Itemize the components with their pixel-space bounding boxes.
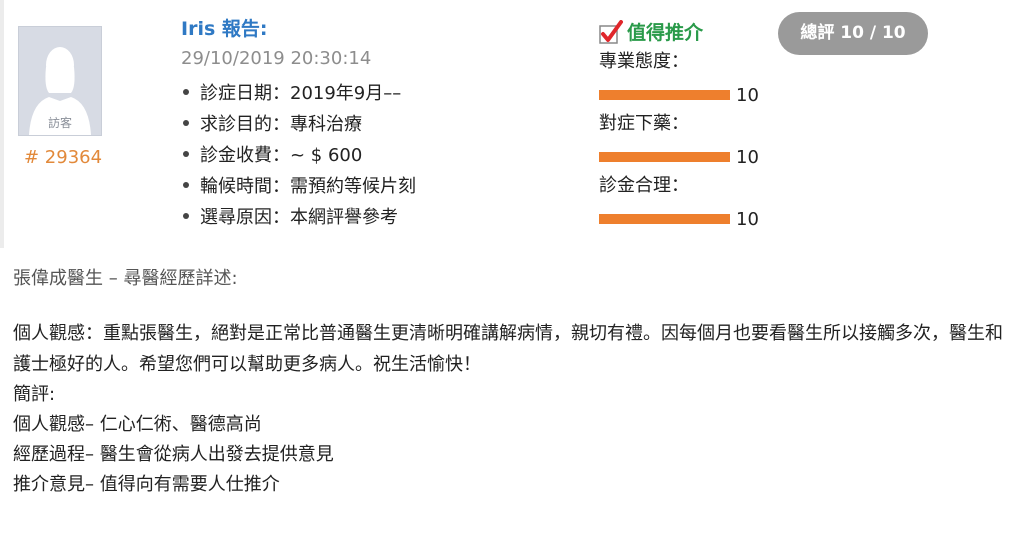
- rating-value: 10: [736, 146, 759, 168]
- review-comment: 個人觀感：重點張醫生，絕對是正常比普通醫生更清晰明確講解病情，親切有禮。因每個月…: [13, 323, 1003, 375]
- summary-line: 推介意見– 值得向有需要人仕推介: [13, 474, 280, 495]
- rating-row: 10: [599, 84, 759, 106]
- rating-bar-fill: [599, 152, 730, 162]
- rating-row: 10: [599, 146, 759, 168]
- rating-bar-fill: [599, 214, 730, 224]
- rating-label: 診金合理：: [599, 175, 689, 196]
- overall-score-badge: 總評 10 / 10: [778, 12, 928, 55]
- avatar: 訪客: [18, 26, 102, 136]
- rating-diagnosis: 對症下藥： 10: [599, 110, 759, 172]
- detail-label: 診金收費：: [200, 145, 290, 166]
- section-title: 張偉成醫生 – 尋醫經歷詳述:: [13, 268, 238, 289]
- rating-label: 對症下藥：: [599, 113, 689, 134]
- rating-label: 專業態度：: [599, 51, 689, 72]
- rating-professionalism: 專業態度： 10: [599, 48, 759, 110]
- checkmark-icon: [599, 20, 623, 44]
- rating-bar: [599, 152, 730, 162]
- detail-label: 輪候時間：: [200, 176, 290, 197]
- detail-value: 2019年9月––: [290, 83, 402, 104]
- detail-value: 需預約等候片刻: [290, 176, 416, 197]
- rating-value: 10: [736, 84, 759, 106]
- recommend-badge: 值得推介: [599, 15, 703, 47]
- panel-edge: [0, 0, 4, 248]
- detail-item-fee: 診金收費：~ $ 600: [183, 140, 416, 171]
- detail-item-reason: 選尋原因：本網評譽參考: [183, 202, 416, 233]
- bullet-icon: [183, 213, 189, 219]
- bullet-icon: [183, 151, 189, 157]
- detail-label: 求診目的：: [200, 114, 290, 135]
- detail-item-purpose: 求診目的：專科治療: [183, 109, 416, 140]
- bullet-icon: [183, 182, 189, 188]
- rating-fee-fairness: 診金合理： 10: [599, 172, 759, 234]
- summary-line: 個人觀感– 仁心仁術、醫德高尚: [13, 414, 262, 435]
- summary-line: 經歷過程– 醫生會從病人出發去提供意見: [13, 444, 334, 465]
- summary-heading: 簡評:: [13, 384, 56, 405]
- bullet-icon: [183, 89, 189, 95]
- rating-value: 10: [736, 208, 759, 230]
- user-id: # 29364: [24, 147, 103, 168]
- rating-bar: [599, 90, 730, 100]
- ratings-panel: 專業態度： 10 對症下藥： 10 診金合理： 10: [599, 48, 759, 234]
- recommend-label: 值得推介: [627, 21, 704, 44]
- detail-value: ~ $ 600: [290, 145, 363, 166]
- rating-bar-fill: [599, 90, 730, 100]
- avatar-caption: 訪客: [47, 116, 72, 130]
- review-header-panel: 訪客 # 29364 Iris 報告: 29/10/2019 20:30:14 …: [0, 0, 1024, 248]
- rating-bar: [599, 214, 730, 224]
- detail-label: 診症日期：: [200, 83, 290, 104]
- detail-value: 專科治療: [290, 114, 362, 135]
- review-body: 個人觀感：重點張醫生，絕對是正常比普通醫生更清晰明確講解病情，親切有禮。因每個月…: [13, 318, 1018, 500]
- detail-item-visit-date: 診症日期：2019年9月––: [183, 78, 416, 109]
- reviewer-name[interactable]: Iris 報告:: [181, 14, 267, 41]
- detail-value: 本網評譽參考: [290, 207, 398, 228]
- detail-label: 選尋原因：: [200, 207, 290, 228]
- review-timestamp: 29/10/2019 20:30:14: [181, 48, 372, 69]
- rating-row: 10: [599, 208, 759, 230]
- bullet-icon: [183, 120, 189, 126]
- review-details-list: 診症日期：2019年9月–– 求診目的：專科治療 診金收費：~ $ 600 輪候…: [183, 78, 416, 233]
- detail-item-wait-time: 輪候時間：需預約等候片刻: [183, 171, 416, 202]
